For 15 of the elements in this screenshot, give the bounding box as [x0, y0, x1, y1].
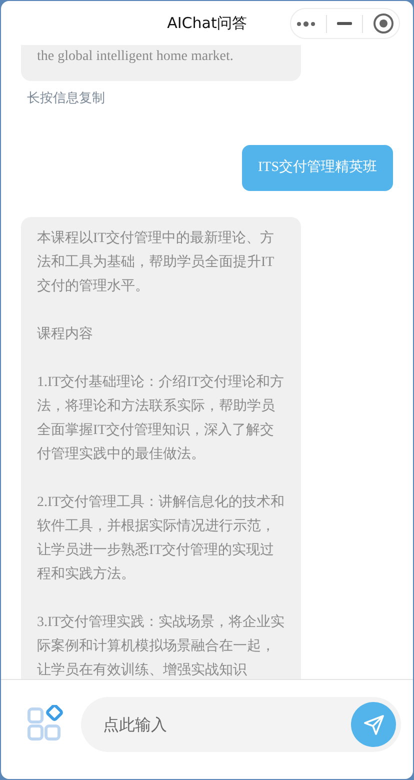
reply-text: 本课程以IT交付管理中的最新理论、方法和工具为基础，帮助学员全面提升IT交付的管理水平。: [37, 229, 276, 296]
minimize-icon[interactable]: [337, 22, 352, 25]
reply-text: 2.IT交付管理工具：讲解信息化的技术和软件工具，并根据实际情况进行示范，让学员进一步熟悉IT交付管理的实现过程和实践方法。: [37, 493, 285, 584]
message-input[interactable]: 点此输入: [81, 697, 401, 752]
send-icon: [362, 712, 386, 736]
target-icon[interactable]: [373, 13, 394, 34]
user-message: ITS交付管理精英班: [242, 144, 393, 190]
apps-icon[interactable]: [27, 705, 65, 743]
reply-text: 课程内容: [37, 325, 94, 344]
more-icon[interactable]: [296, 20, 316, 26]
reply-text: 1.IT交付基础理论：介绍IT交付理论和方法，将理论和方法联系实际，帮助学员全面掌握IT交付管理知识，深入了解交付管理实践中的最佳做法。: [37, 373, 285, 464]
copy-hint: 长按信息复制: [27, 90, 106, 108]
reply-text: the global intelligent home market.: [37, 48, 234, 66]
reply-text: 3.IT交付管理实践：实战场景，将企业实际案例和计算机模拟场景融合在一起，让学员在有效训练、增强实战知识: [37, 613, 285, 679]
window-title: AIChat问答: [167, 12, 247, 34]
